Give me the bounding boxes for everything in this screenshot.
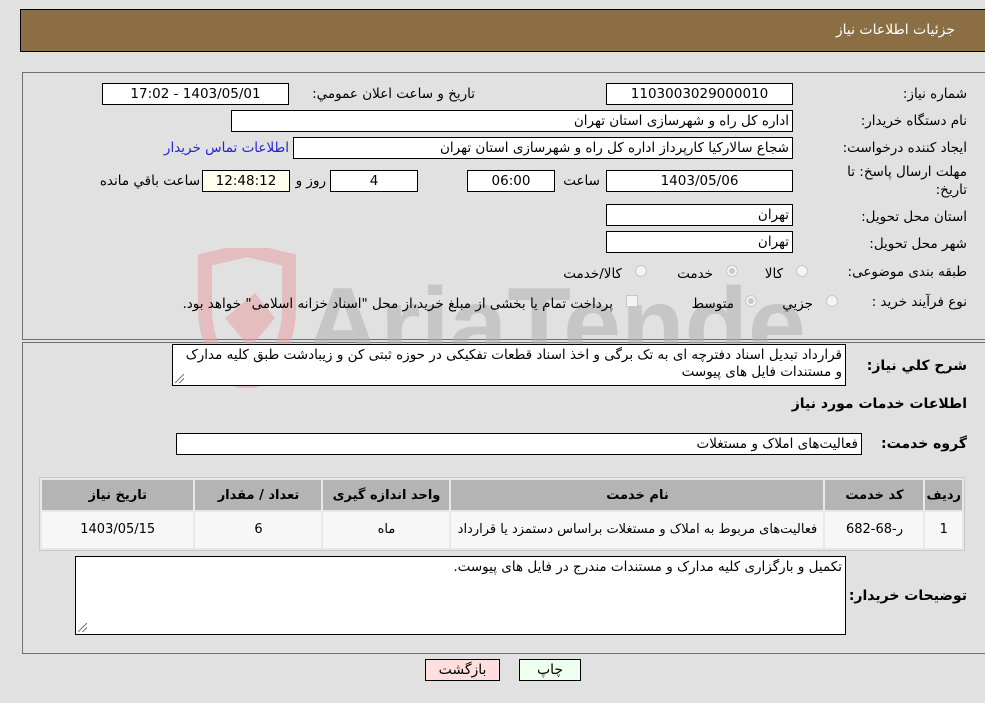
deadline-time-label: ساعت [563,173,600,189]
buyer-org-field[interactable]: اداره کل راه و شهرسازی استان تهران [231,110,793,132]
col-quantity: تعداد / مقدار [195,480,322,510]
deadline-date-field[interactable]: 1403/05/06 [606,170,793,192]
cell-need-date: 1403/05/15 [42,512,194,548]
resize-grip-icon[interactable] [175,374,184,383]
need-number-label: شماره نیاز: [902,86,967,102]
province-label: استان محل تحویل: [861,209,967,225]
process-option-medium: متوسط [691,296,734,312]
category-label: طبقه بندی موضوعی: [847,264,967,280]
cell-quantity: 6 [195,512,322,548]
buyer-contact-link[interactable]: اطلاعات تماس خریدار [164,140,289,156]
cell-service-name: فعالیت‌های مربوط به املاک و مستغلات براس… [451,512,824,548]
cell-unit: ماه [323,512,450,548]
page-header: جزئیات اطلاعات نیاز [20,9,985,52]
col-service-name: نام خدمت [451,480,824,510]
deadline-label-2: تاریخ: [935,182,967,198]
announce-field[interactable]: 1403/05/01 - 17:02 [102,83,289,105]
days-remaining-field[interactable]: 4 [330,170,418,192]
buyer-notes-text: تکمیل و بارگزاری کلیه مدارک و مستندات من… [453,559,842,575]
buyer-org-label: نام دستگاه خریدار: [860,113,967,129]
creator-field[interactable]: شجاع سالارکیا کارپرداز اداره کل راه و شه… [293,137,793,159]
col-unit: واحد اندازه گیری [323,480,450,510]
city-label: شهر محل تحویل: [869,236,967,252]
province-field[interactable]: تهران [606,204,793,226]
table-row: 1 ر-68-682 فعالیت‌های مربوط به املاک و م… [42,512,962,548]
buyer-notes-textarea[interactable]: تکمیل و بارگزاری کلیه مدارک و مستندات من… [75,556,846,635]
print-button[interactable]: چاپ [519,659,581,681]
process-radio-medium[interactable] [745,295,757,307]
category-option-goods-service: کالا/خدمت [563,266,622,282]
category-option-service: خدمت [677,266,713,282]
category-radio-service[interactable] [726,265,738,277]
table-header-row: رديف کد خدمت نام خدمت واحد اندازه گیری ت… [42,480,962,510]
cell-row-number: 1 [925,512,962,548]
category-radio-goods[interactable] [796,265,808,277]
buyer-notes-label: توضیحات خریدار: [848,588,967,604]
need-number-field[interactable]: 1103003029000010 [606,83,793,105]
col-need-date: تاریخ نیاز [42,480,194,510]
treasury-checkbox-label: پرداخت تمام یا بخشی از مبلغ خرید،از محل … [182,296,613,312]
services-table: رديف کد خدمت نام خدمت واحد اندازه گیری ت… [39,477,965,551]
category-radio-goods-service[interactable] [635,265,647,277]
treasury-checkbox[interactable] [626,295,638,307]
category-option-goods: کالا [764,266,783,282]
days-label: روز و [295,173,326,189]
col-service-code: کد خدمت [825,480,924,510]
service-group-field[interactable]: فعالیت‌های املاک و مستغلات [176,433,862,455]
city-field[interactable]: تهران [606,231,793,253]
service-group-label: گروه خدمت: [881,436,967,452]
col-row-number: رديف [925,480,962,510]
cell-service-code: ر-68-682 [825,512,924,548]
remaining-time-label: ساعت باقي مانده [99,173,200,189]
description-label: شرح کلي نياز: [866,358,967,374]
remaining-time-field[interactable]: 12:48:12 [202,170,290,192]
description-text: قرارداد تبدیل اسناد دفترچه ای به تک برگی… [185,347,842,380]
description-textarea[interactable]: قرارداد تبدیل اسناد دفترچه ای به تک برگی… [172,344,846,386]
services-section-title: اطلاعات خدمات مورد نیاز [791,396,967,412]
deadline-label: مهلت ارسال پاسخ: تا [847,164,967,180]
page-title: جزئیات اطلاعات نیاز [835,22,955,38]
creator-label: ایجاد کننده درخواست: [842,140,967,156]
back-button[interactable]: بازگشت [425,659,500,681]
process-option-minor: جزيي [782,296,813,312]
deadline-time-field[interactable]: 06:00 [467,170,555,192]
process-type-label: نوع فرآیند خرید : [871,294,967,310]
process-radio-minor[interactable] [826,295,838,307]
resize-grip-icon[interactable] [78,623,87,632]
announce-label: تاريخ و ساعت اعلان عمومي: [312,86,475,102]
